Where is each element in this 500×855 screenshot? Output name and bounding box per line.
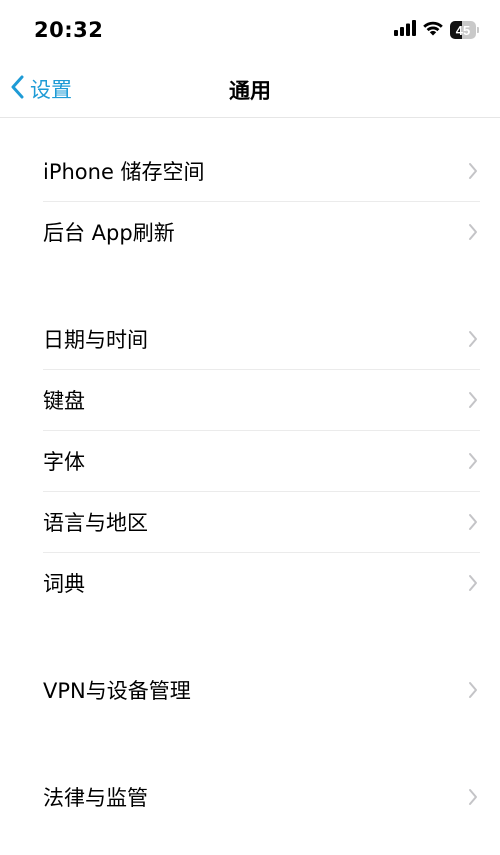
- row-label: 法律与监管: [43, 786, 148, 810]
- row-label: 键盘: [43, 389, 85, 413]
- row-keyboard[interactable]: 键盘: [43, 369, 480, 430]
- row-background-app-refresh[interactable]: 后台 App刷新: [43, 201, 480, 262]
- settings-list: iPhone 储存空间 后台 App刷新 日期与时间 键盘 字体 语言与地区 词…: [0, 118, 500, 827]
- row-language-region[interactable]: 语言与地区: [43, 491, 480, 552]
- row-label: 词典: [43, 572, 85, 596]
- battery-body: 45: [450, 21, 476, 39]
- row-label: 字体: [43, 450, 85, 474]
- row-fonts[interactable]: 字体: [43, 430, 480, 491]
- chevron-right-icon: [469, 789, 477, 805]
- chevron-right-icon: [469, 575, 477, 591]
- settings-group-legal: 法律与监管: [0, 767, 500, 827]
- settings-group-vpn: VPN与设备管理: [0, 660, 500, 720]
- row-label: 日期与时间: [43, 328, 148, 352]
- page-title: 通用: [229, 79, 271, 103]
- chevron-right-icon: [469, 682, 477, 698]
- battery-level: 45: [455, 22, 471, 38]
- status-bar: 20:32 45: [0, 0, 500, 62]
- navigation-bar: 设置 通用: [0, 62, 500, 118]
- battery-cap: [477, 27, 479, 33]
- chevron-right-icon: [469, 224, 477, 240]
- row-label: 语言与地区: [43, 511, 148, 535]
- status-time: 20:32: [34, 18, 104, 42]
- row-label: iPhone 储存空间: [43, 160, 205, 184]
- battery-icon: 45: [450, 21, 480, 39]
- chevron-right-icon: [469, 331, 477, 347]
- chevron-right-icon: [469, 514, 477, 530]
- row-vpn-device-management[interactable]: VPN与设备管理: [43, 660, 480, 720]
- settings-group-locale: 日期与时间 键盘 字体 语言与地区 词典: [0, 309, 500, 613]
- row-legal-regulatory[interactable]: 法律与监管: [43, 767, 480, 827]
- wifi-icon: [422, 20, 444, 40]
- chevron-right-icon: [469, 453, 477, 469]
- row-dictionary[interactable]: 词典: [43, 552, 480, 613]
- status-icons: 45: [394, 20, 480, 40]
- chevron-right-icon: [469, 163, 477, 179]
- row-label: 后台 App刷新: [43, 221, 175, 245]
- settings-group-storage: iPhone 储存空间 后台 App刷新: [0, 141, 500, 262]
- row-date-time[interactable]: 日期与时间: [43, 309, 480, 369]
- chevron-right-icon: [469, 392, 477, 408]
- row-label: VPN与设备管理: [43, 679, 191, 703]
- cellular-signal-icon: [394, 20, 416, 40]
- row-iphone-storage[interactable]: iPhone 储存空间: [43, 141, 480, 201]
